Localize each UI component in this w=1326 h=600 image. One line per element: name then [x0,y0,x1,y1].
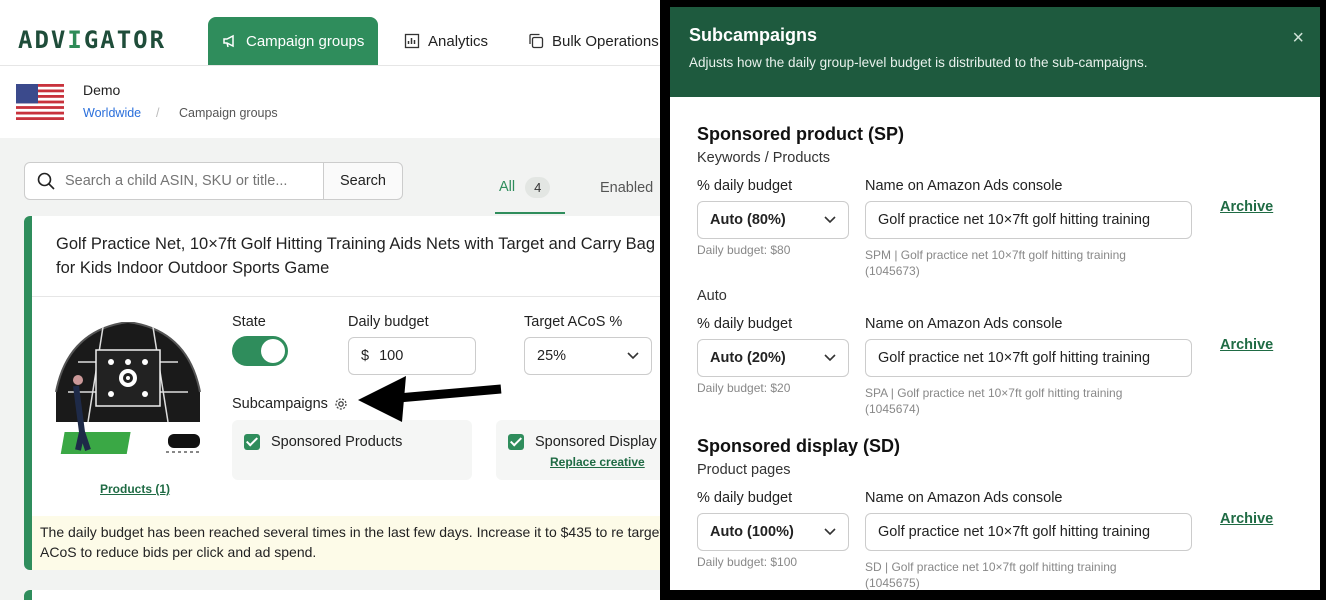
search-field[interactable] [24,162,324,200]
account-name: Demo [83,82,121,98]
dialog-title: Subcampaigns [689,25,818,45]
copy-icon [529,33,544,49]
chevron-down-icon [627,352,639,360]
ads-console-name-label: Name on Amazon Ads console [865,490,1063,506]
state-label: State [232,314,266,330]
tab-enabled-label: Enabled [600,180,654,196]
sp-checkbox[interactable] [244,434,260,450]
group-subtitle-product-pages: Product pages [697,462,791,478]
subcampaign-sp-card[interactable]: Sponsored Products [232,420,472,480]
nav-analytics-label: Analytics [428,32,489,50]
annotation-arrow [358,376,502,422]
us-flag-icon [16,84,64,120]
archive-link-spa[interactable]: Archive [1220,337,1273,353]
nav-analytics[interactable]: Analytics [390,17,502,65]
subcampaigns-label: Subcampaigns [232,396,348,412]
nav-bulk-operations[interactable]: Bulk Operations [514,17,673,65]
target-acos-value: 25% [537,348,567,364]
pct-budget-select-spa[interactable]: Auto (20%) [697,339,849,377]
pct-budget-select-spm[interactable]: Auto (80%) [697,201,849,239]
tab-all-label: All [499,179,516,195]
section-title-sd: Sponsored display (SD) [697,436,901,456]
daily-budget-hint-spa: Daily budget: $20 [697,381,791,395]
breadcrumb-current: Campaign groups [179,106,278,120]
tab-all-count: 4 [525,176,551,198]
logo-text-3: GATOR [83,26,167,54]
archive-link-spm[interactable]: Archive [1220,199,1273,215]
campaign-name-hint-spm: SPM | Golf practice net 10×7ft golf hitt… [865,248,1126,278]
ads-console-name-input-sd[interactable]: Golf practice net 10×7ft golf hitting tr… [865,513,1192,551]
chevron-down-icon [824,216,836,224]
pct-budget-value-sd: Auto (100%) [710,524,794,540]
sd-checkbox-label: Sponsored Display [535,434,657,450]
ads-console-name-label: Name on Amazon Ads console [865,316,1063,332]
subcampaign-sd-card[interactable]: Sponsored Display Replace creative [496,420,684,480]
budget-warning: The daily budget has been reached severa… [32,516,684,570]
campaign-name-hint-spa: SPA | Golf practice net 10×7ft golf hitt… [865,386,1123,416]
close-icon[interactable]: × [1292,27,1304,50]
ads-console-name-input-spm[interactable]: Golf practice net 10×7ft golf hitting tr… [865,201,1192,239]
breadcrumb-region[interactable]: Worldwide [83,106,141,120]
logo-text-1: ADV [18,26,68,54]
ads-console-name-label: Name on Amazon Ads console [865,178,1063,194]
breadcrumb-separator: / [156,106,160,120]
chevron-down-icon [824,354,836,362]
megaphone-icon [223,34,234,48]
card-divider [32,296,684,297]
products-link[interactable]: Products (1) [100,482,170,496]
pct-budget-value-spm: Auto (80%) [710,212,786,228]
search-input[interactable] [65,173,305,189]
product-title: Golf Practice Net, 10×7ft Golf Hitting T… [56,235,656,277]
subcampaigns-dialog: Subcampaigns Adjusts how the daily group… [670,7,1320,590]
gear-icon[interactable] [334,397,348,411]
nav-campaign-groups[interactable]: Campaign groups [208,17,379,65]
tab-all[interactable]: All 4 [495,162,565,214]
section-title-sp: Sponsored product (SP) [697,124,904,144]
advigator-logo[interactable]: ADVIGATOR [18,26,166,54]
dialog-subtitle: Adjusts how the daily group-level budget… [689,55,1148,70]
archive-link-sd[interactable]: Archive [1220,511,1273,527]
dialog-header: Subcampaigns Adjusts how the daily group… [670,7,1320,97]
group-subtitle-keywords: Keywords / Products [697,150,830,166]
search-button[interactable]: Search [323,162,403,200]
currency-symbol: $ [361,348,370,364]
pct-budget-value-spa: Auto (20%) [710,350,786,366]
target-acos-select[interactable]: 25% [524,337,652,375]
target-acos-label: Target ACoS % [524,314,623,330]
ads-console-name-input-spa[interactable]: Golf practice net 10×7ft golf hitting tr… [865,339,1192,377]
nav-campaign-groups-label: Campaign groups [246,32,365,50]
subcampaigns-panel: Subcampaigns Adjusts how the daily group… [660,0,1326,600]
daily-budget-hint-sd: Daily budget: $100 [697,555,798,569]
sd-checkbox[interactable] [508,434,524,450]
chevron-down-icon [824,528,836,536]
replace-creative-link[interactable]: Replace creative [550,455,645,469]
state-toggle[interactable] [232,336,288,366]
next-campaign-card[interactable] [24,590,684,600]
pct-budget-label: % daily budget [697,178,793,194]
logo-text-2: I [67,26,84,54]
chart-icon [404,33,420,49]
golf-net-product-image [55,322,201,454]
pct-budget-label: % daily budget [697,490,793,506]
pct-budget-select-sd[interactable]: Auto (100%) [697,513,849,551]
campaign-group-card: Golf Practice Net, 10×7ft Golf Hitting T… [24,216,684,570]
daily-budget-hint-spm: Daily budget: $80 [697,243,791,257]
campaign-name-hint-sd: SD | Golf practice net 10×7ft golf hitti… [865,560,1117,590]
tab-enabled[interactable]: Enabled [600,162,653,214]
nav-bulk-operations-label: Bulk Operations [552,32,659,50]
subcampaigns-text: Subcampaigns [232,396,328,412]
sp-checkbox-label: Sponsored Products [271,434,403,450]
search-icon [37,172,55,190]
group-subtitle-auto: Auto [697,288,727,304]
pct-budget-label: % daily budget [697,316,793,332]
daily-budget-value: 100 [379,348,404,364]
daily-budget-label: Daily budget [348,314,429,330]
